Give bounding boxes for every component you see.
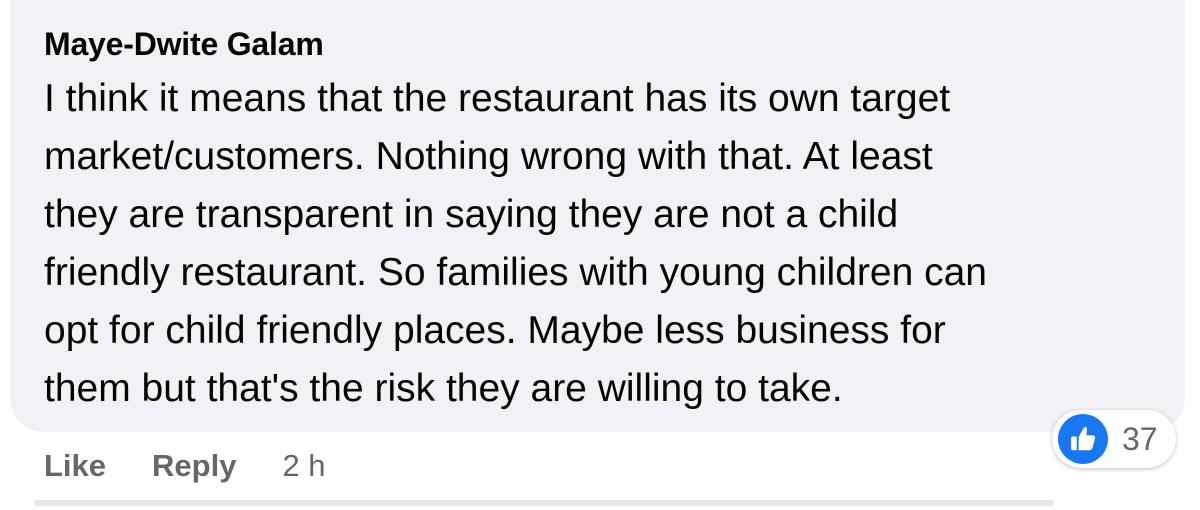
comment-text: I think it means that the restaurant has… (44, 77, 987, 410)
comment-author-name[interactable]: Maye-Dwite Galam (44, 26, 324, 63)
divider (34, 500, 1054, 506)
reply-button[interactable]: Reply (152, 448, 236, 484)
comment-timestamp[interactable]: 2 h (282, 448, 325, 484)
reaction-count: 37 (1122, 420, 1158, 457)
like-button[interactable]: Like (44, 448, 106, 484)
thumbs-up-icon (1058, 414, 1108, 464)
comment-bubble: Maye-Dwite Galam I think it means that t… (10, 0, 1185, 432)
reaction-summary[interactable]: 37 (1052, 410, 1176, 468)
comment-actions: Like Reply 2 h (44, 444, 326, 488)
